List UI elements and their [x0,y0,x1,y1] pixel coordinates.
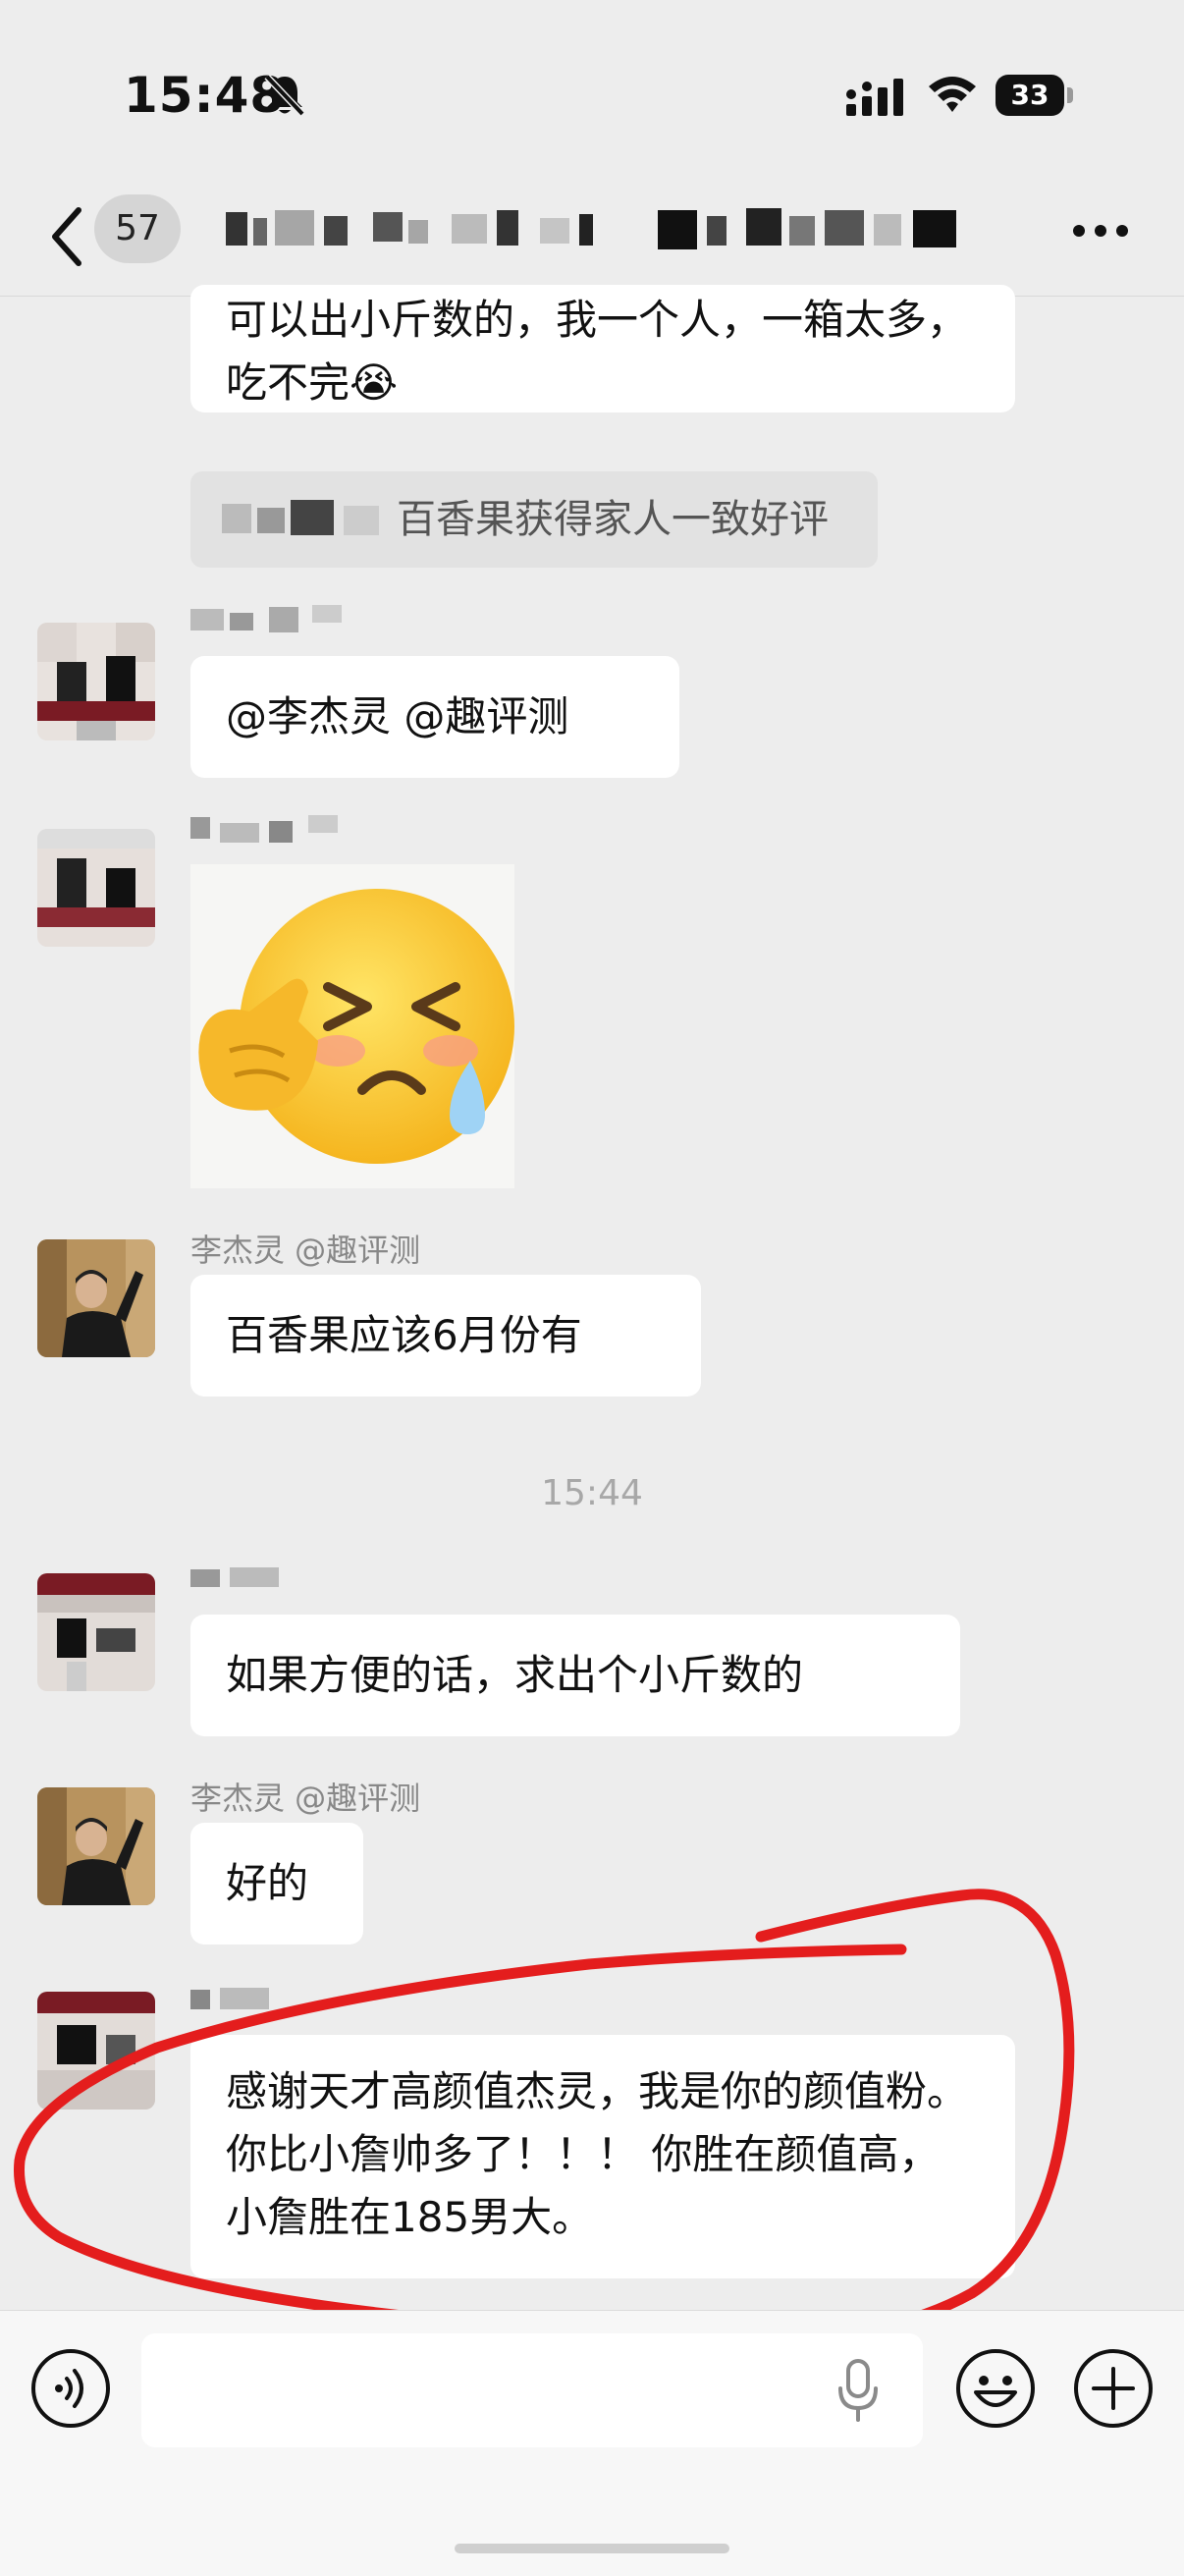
avatar-pixelated[interactable] [37,1992,155,2110]
message-bubble[interactable]: @李杰灵 @趣评测 [190,656,679,778]
battery-level: 33 [996,75,1064,116]
sticker-image[interactable] [190,864,514,1188]
avatar-pixelated[interactable] [37,829,155,947]
avatar-pixelated[interactable] [37,1573,155,1691]
home-indicator[interactable] [455,2544,729,2553]
sender-name: 李杰灵 @趣评测 [190,1232,421,1269]
back-chevron-icon[interactable] [47,202,86,271]
status-bar: 15:48 33 [0,0,1184,187]
avatar-lijieling[interactable] [37,1787,155,1905]
message-input[interactable] [141,2333,923,2447]
status-time: 15:48 [124,67,286,124]
message-bubble[interactable]: 可以出小斤数的，我一个人，一箱太多，吃不完😭 [190,285,1015,412]
message-bubble[interactable]: 百香果应该6月份有 [190,1275,701,1397]
message-bubble[interactable]: 如果方便的话，求出个小斤数的 [190,1615,960,1736]
message-bubble[interactable]: 好的 [190,1823,363,1945]
more-dots-icon[interactable] [1072,224,1129,238]
avatar-pixelated[interactable] [37,623,155,740]
microphone-icon[interactable] [836,2359,880,2422]
sender-name-pixelated [190,605,342,632]
wifi-icon [929,77,976,112]
silent-bell-icon [264,74,305,117]
sender-name-pixelated [190,815,338,843]
unread-count-badge[interactable]: 57 [94,194,181,263]
crying-emoji-sticker [198,889,514,1164]
sender-name: 李杰灵 @趣评测 [190,1780,421,1817]
battery-tip [1067,87,1073,103]
plus-icon[interactable] [1072,2347,1155,2430]
sender-name-pixelated [190,1988,269,2009]
chat-timestamp: 15:44 [541,1473,643,1513]
battery-indicator: 33 [996,75,1074,116]
signal-icon [846,79,903,116]
voice-input-icon[interactable] [29,2347,112,2430]
emoji-icon[interactable] [954,2347,1037,2430]
message-bubble[interactable]: 感谢天才高颜值杰灵，我是你的颜值粉。你比小詹帅多了！！！ 你胜在颜值高，小詹胜在… [190,2035,1015,2278]
sender-name-pixelated [190,1567,279,1587]
avatar-lijieling[interactable] [37,1239,155,1357]
chat-title-pixelated [226,208,956,249]
system-tip-pixelated [222,500,379,535]
